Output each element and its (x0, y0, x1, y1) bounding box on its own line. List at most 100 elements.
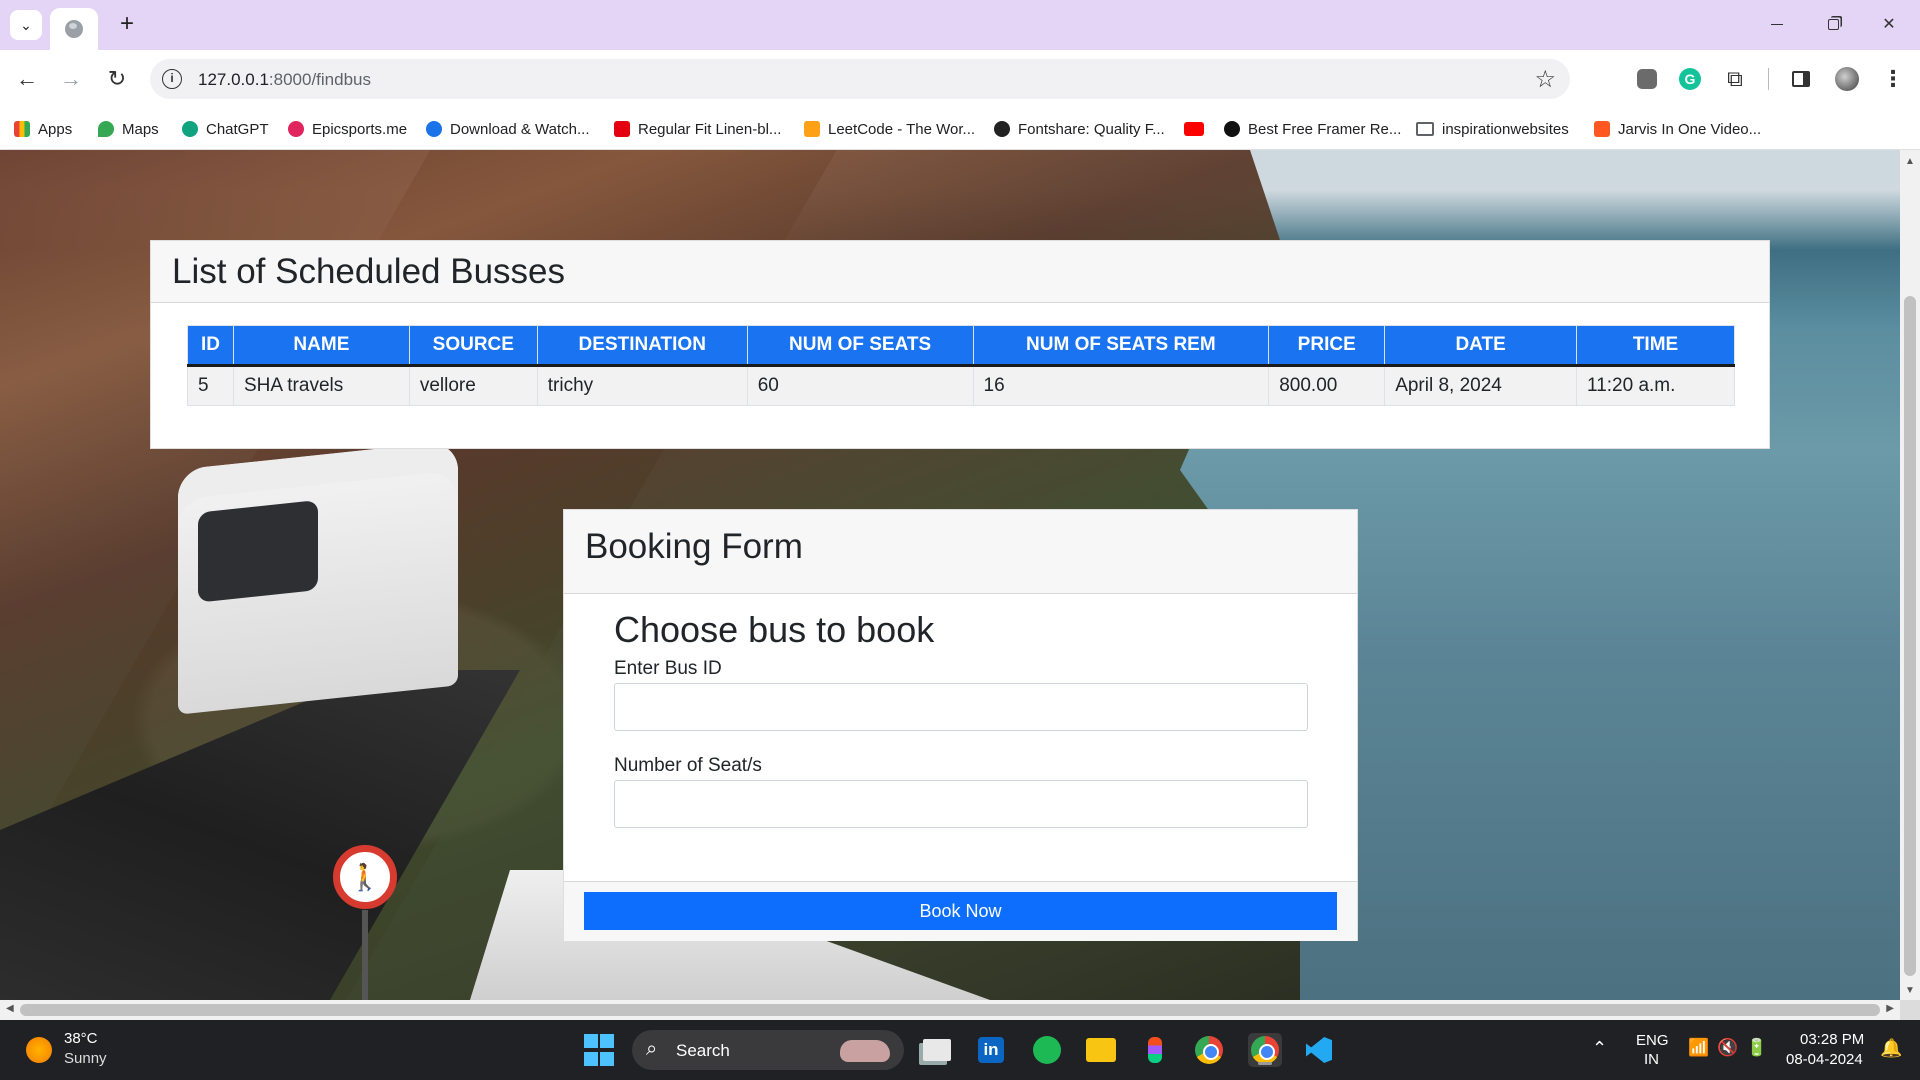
bookmark-download-watch[interactable]: Download & Watch... (426, 117, 590, 141)
bookmark-label: Best Free Framer Re... (1248, 120, 1402, 138)
fontshare-icon (994, 121, 1010, 137)
column-header-destination: DESTINATION (536, 325, 748, 367)
task-view-button[interactable] (920, 1033, 954, 1067)
side-panel-button[interactable] (1788, 66, 1814, 92)
column-header-source: SOURCE (408, 325, 538, 367)
bookmark-label: ChatGPT (206, 120, 269, 138)
bus-rear-window (198, 500, 318, 603)
taskbar-search-label: Search (676, 1041, 730, 1060)
extension-button[interactable] (1634, 66, 1660, 92)
spotify-app[interactable] (1030, 1033, 1064, 1067)
bookmark-framer[interactable]: Best Free Framer Re... (1224, 117, 1401, 141)
language-indicator[interactable]: ENG (1636, 1032, 1669, 1049)
battery-icon: 🔋 (1746, 1038, 1776, 1057)
booking-form-footer: Book Now (564, 881, 1357, 941)
horizontal-scroll-thumb[interactable] (20, 1004, 1880, 1016)
no-pedestrian-sign-icon: 🚶 (333, 845, 397, 909)
avatar (1835, 67, 1859, 91)
minimize-icon (1771, 23, 1783, 25)
bookmark-label: Regular Fit Linen-bl... (638, 120, 782, 138)
bookmark-maps[interactable]: Maps (98, 117, 159, 141)
file-explorer-app[interactable] (1084, 1033, 1118, 1067)
browser-menu-button[interactable]: ⋮ (1880, 66, 1906, 92)
scroll-up-icon[interactable]: ▲ (1905, 156, 1915, 167)
grammarly-icon: G (1679, 68, 1701, 90)
grammarly-extension-button[interactable]: G (1677, 66, 1703, 92)
choose-bus-heading: Choose bus to book (614, 609, 935, 650)
vertical-scrollbar[interactable]: ▲ ▼ (1900, 150, 1920, 1000)
list-title: List of Scheduled Busses (172, 252, 566, 291)
bookmark-chatgpt[interactable]: ChatGPT (182, 117, 269, 141)
taskbar-search[interactable]: ⌕ Search (632, 1030, 904, 1070)
new-tab-button[interactable]: + (112, 10, 142, 40)
scroll-right-icon[interactable]: ▶ (1886, 1003, 1894, 1014)
clock-date[interactable]: 08-04-2024 (1786, 1051, 1863, 1068)
vertical-scroll-thumb[interactable] (1904, 296, 1916, 976)
cell-price: 800.00 (1268, 365, 1386, 406)
bookmark-apps[interactable]: Apps (14, 117, 72, 141)
chrome-app-active[interactable] (1248, 1033, 1282, 1067)
column-header-price: PRICE (1268, 325, 1386, 367)
chrome-profile-icon (1251, 1036, 1279, 1064)
bookmark-fontshare[interactable]: Fontshare: Quality F... (994, 117, 1165, 141)
scroll-left-icon[interactable]: ◀ (6, 1003, 14, 1014)
clock-time[interactable]: 03:28 PM (1800, 1031, 1864, 1048)
bus-id-input[interactable] (614, 683, 1308, 731)
bookmark-jarvis[interactable]: Jarvis In One Video... (1594, 117, 1761, 141)
back-button[interactable]: ← (12, 64, 42, 94)
bookmark-leetcode[interactable]: LeetCode - The Wor... (804, 117, 975, 141)
book-now-button[interactable]: Book Now (584, 892, 1337, 930)
close-window-button[interactable]: ✕ (1866, 6, 1912, 42)
chrome-app[interactable] (1192, 1033, 1226, 1067)
bookmark-star-icon[interactable]: ☆ (1534, 65, 1556, 94)
hm-icon (614, 121, 630, 137)
system-tray[interactable]: 📶🔇🔋 (1688, 1038, 1776, 1058)
tab-search-button[interactable]: ⌄ (10, 10, 42, 40)
bookmark-epicsports[interactable]: Epicsports.me (288, 117, 407, 141)
taskbar: 38°C Sunny ⌕ Search in ⌃ ENG IN 📶🔇🔋 03:2… (0, 1020, 1920, 1080)
toolbar-divider (1768, 68, 1769, 90)
bookmark-label: Apps (38, 120, 73, 138)
table-header-row: ID NAME SOURCE DESTINATION NUM OF SEATS … (187, 325, 1735, 367)
scroll-down-icon[interactable]: ▼ (1905, 985, 1915, 996)
figma-app[interactable] (1138, 1033, 1172, 1067)
profile-button[interactable] (1834, 66, 1860, 92)
start-button[interactable] (582, 1033, 616, 1067)
site-info-icon[interactable]: i (162, 69, 182, 89)
vscode-icon (1306, 1037, 1332, 1063)
background-bus (178, 440, 458, 715)
weather-temperature[interactable]: 38°C (64, 1030, 98, 1047)
active-tab[interactable] (50, 8, 98, 50)
language-region[interactable]: IN (1644, 1051, 1659, 1068)
address-bar[interactable]: i 127.0.0.1:8000/findbus ☆ (150, 59, 1570, 99)
restore-icon (1827, 18, 1839, 30)
arrow-right-icon: → (60, 66, 82, 91)
weather-sun-icon[interactable] (26, 1037, 52, 1063)
extensions-menu-button[interactable]: ⧉ (1722, 66, 1748, 92)
address-url[interactable]: 127.0.0.1:8000/findbus (198, 70, 371, 90)
framer-icon (1224, 121, 1240, 137)
minimize-button[interactable] (1754, 6, 1800, 42)
url-path: :8000/findbus (268, 70, 371, 89)
bookmark-youtube[interactable] (1184, 117, 1212, 141)
vscode-app[interactable] (1302, 1033, 1336, 1067)
notification-bell-icon[interactable]: 🔔 (1880, 1038, 1902, 1059)
card-header: List of Scheduled Busses (151, 241, 1769, 303)
url-host: 127.0.0.1 (198, 70, 269, 89)
reload-button[interactable]: ↻ (102, 64, 132, 94)
show-hidden-icons-button[interactable]: ⌃ (1592, 1038, 1607, 1059)
seats-input[interactable] (614, 780, 1308, 828)
table-row: 5 SHA travels vellore trichy 60 16 800.0… (187, 365, 1735, 406)
seats-label: Number of Seat/s (614, 755, 762, 776)
page-viewport: 🚶 List of Scheduled Busses ID NAME SOURC… (0, 150, 1900, 1000)
horizontal-scrollbar[interactable]: ◀ ▶ (0, 1000, 1900, 1020)
linkedin-app[interactable]: in (974, 1033, 1008, 1067)
column-header-name: NAME (232, 325, 410, 367)
weather-description[interactable]: Sunny (64, 1050, 107, 1067)
bookmark-folder-inspiration[interactable]: inspirationwebsites (1416, 117, 1569, 141)
bookmark-hm[interactable]: Regular Fit Linen-bl... (614, 117, 781, 141)
youtube-icon (1184, 122, 1204, 136)
forward-button[interactable]: → (56, 64, 86, 94)
extension-generic-icon (1637, 69, 1657, 89)
restore-button[interactable] (1810, 6, 1856, 42)
